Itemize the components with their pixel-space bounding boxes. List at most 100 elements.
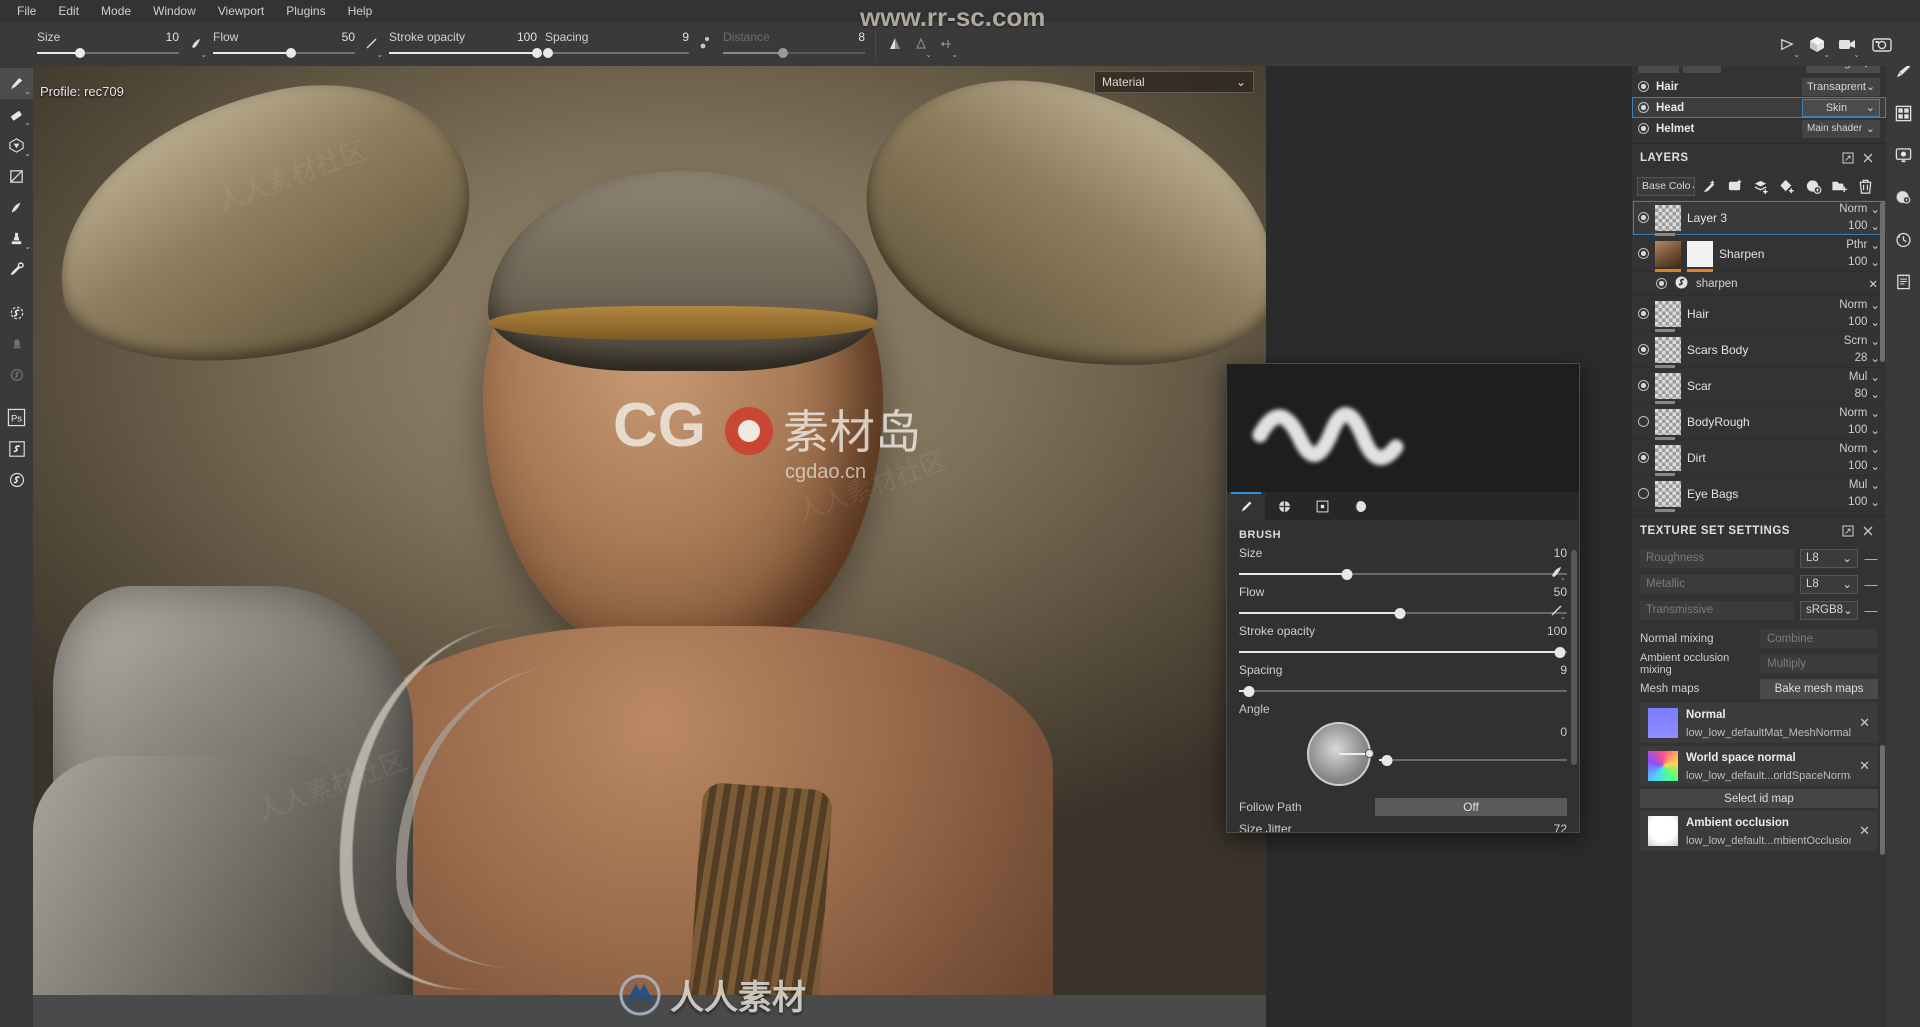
chevron-down-icon[interactable]: ⌄ (1870, 442, 1880, 456)
chevron-down-icon[interactable]: ⌄ (1842, 577, 1852, 591)
paint-brush-tool[interactable]: ⌄ (0, 68, 33, 99)
chevron-down-icon[interactable]: ⌄ (1870, 423, 1880, 437)
normal-mixing-value[interactable]: Combine (1760, 629, 1878, 648)
visibility-toggle-icon[interactable] (1638, 123, 1649, 134)
layer-row[interactable]: Dirt Norm ⌄ 100 ⌄ (1632, 440, 1886, 476)
texture-set-settings-scrollbar[interactable] (1880, 745, 1885, 855)
2d-view-icon[interactable]: ⌄ (1772, 27, 1802, 61)
chevron-down-icon[interactable]: ⌄ (1870, 334, 1880, 348)
channel-row[interactable]: Metallic L8 ⌄ — (1632, 571, 1886, 597)
layer-meta[interactable]: Norm ⌄ 100 ⌄ (1834, 442, 1880, 473)
layer-thumbnail[interactable] (1655, 336, 1681, 368)
select-id-map-button[interactable]: Select id map (1640, 789, 1878, 808)
chevron-down-icon[interactable]: ⌄ (1866, 101, 1875, 114)
add-effect-icon[interactable] (1801, 174, 1825, 198)
toolbar-stroke-opacity-param[interactable]: Stroke opacity 100 (385, 23, 542, 65)
shader-settings-icon[interactable] (1886, 176, 1920, 218)
close-icon[interactable] (1858, 521, 1878, 541)
layer-thumbnail[interactable] (1655, 204, 1681, 236)
pressure-flow-icon[interactable]: ⌄ (359, 27, 385, 61)
undock-icon[interactable] (1838, 521, 1858, 541)
layer-meta[interactable]: Norm ⌄ 100 ⌄ (1834, 202, 1880, 233)
layer-row[interactable]: Hair Norm ⌄ 100 ⌄ (1632, 296, 1886, 332)
layer-meta[interactable]: Norm ⌄ 100 ⌄ (1834, 298, 1880, 329)
symmetry-icon[interactable] (882, 27, 908, 61)
layer-blend-mode[interactable]: Norm (1839, 407, 1867, 419)
layer-visibility-icon[interactable] (1638, 488, 1649, 499)
remove-effect-icon[interactable]: ✕ (1868, 277, 1878, 291)
remove-channel-icon[interactable]: — (1864, 603, 1878, 618)
chevron-down-icon[interactable]: ⌄ (1870, 459, 1880, 473)
layer-stack[interactable]: Layer 3 Norm ⌄ 100 ⌄ Sharpen Pthr ⌄ 100 ⌄ (1632, 200, 1886, 516)
toolbar-spacing-param[interactable]: Spacing 9 (541, 23, 693, 65)
history-icon[interactable] (1886, 218, 1920, 260)
alpha-tab[interactable] (1303, 492, 1341, 520)
brush-follow-path-row[interactable]: Follow Path Off (1239, 796, 1567, 818)
remove-mesh-map-icon[interactable]: ✕ (1859, 715, 1870, 731)
layer-visibility-icon[interactable] (1638, 344, 1649, 355)
remove-channel-icon[interactable]: — (1864, 551, 1878, 566)
toolbar-distance-slider[interactable] (723, 47, 865, 59)
brush-angle-slider[interactable] (1379, 753, 1567, 767)
camera-view-icon[interactable]: ⌄ (1832, 27, 1862, 61)
channel-format-selector[interactable]: L8 ⌄ (1800, 548, 1858, 568)
menu-edit[interactable]: Edit (47, 1, 90, 21)
layer-visibility-icon[interactable] (1638, 248, 1649, 259)
layer-visibility-icon[interactable] (1638, 452, 1649, 463)
chevron-down-icon[interactable]: ⌄ (1236, 75, 1246, 89)
brush-spacing-row[interactable]: Spacing 9 (1239, 663, 1567, 698)
menu-plugins[interactable]: Plugins (275, 1, 336, 21)
chevron-down-icon[interactable]: ⌄ (1870, 478, 1880, 492)
brush-flow-slider[interactable]: ⌄ (1239, 605, 1567, 621)
substance-source-icon[interactable] (0, 464, 33, 495)
3d-viewport[interactable]: Profile: rec709 Material ⌄ CG 素材岛 cgdao.… (33, 66, 1266, 1027)
brush-flow-row[interactable]: Flow 50 ⌄ (1239, 585, 1567, 621)
grayscale-tab[interactable] (1265, 492, 1303, 520)
chevron-down-icon[interactable]: ⌄ (1870, 351, 1880, 365)
brush-properties-panel[interactable]: BRUSH Size 10 ⌄ Flow 50 ⌄ Stroke opacity… (1226, 363, 1580, 833)
channel-row[interactable]: Roughness L8 ⌄ — (1632, 545, 1886, 571)
layer-row[interactable]: Scars Body Scrn ⌄ 28 ⌄ (1632, 332, 1886, 368)
add-layer-icon[interactable] (1749, 174, 1773, 198)
channel-format-selector[interactable]: sRGB8 ⌄ (1800, 600, 1858, 620)
layer-opacity[interactable]: 100 (1848, 256, 1867, 268)
menu-mode[interactable]: Mode (90, 1, 142, 21)
texture-set-row[interactable]: Head Skin ⌄ (1632, 97, 1886, 118)
layer-opacity[interactable]: 100 (1848, 496, 1867, 508)
layer-blend-mode[interactable]: Pthr (1846, 239, 1867, 251)
chevron-down-icon[interactable]: ⌄ (1866, 80, 1875, 93)
layer-opacity[interactable]: 100 (1848, 460, 1867, 472)
layer-blend-mode[interactable]: Norm (1839, 443, 1867, 455)
delete-layer-icon[interactable] (1853, 174, 1877, 198)
clone-stamp-tool[interactable]: ⌄ (0, 223, 33, 254)
add-mask-icon[interactable] (1723, 174, 1747, 198)
substance-designer-link-icon[interactable] (0, 433, 33, 464)
chevron-down-icon[interactable]: ⌄ (1870, 495, 1880, 509)
screenshot-icon[interactable] (1862, 27, 1902, 61)
brush-tip-tab[interactable] (1227, 492, 1265, 520)
layer-blend-mode[interactable]: Norm (1839, 299, 1867, 311)
layer-meta[interactable]: Scrn ⌄ 28 ⌄ (1834, 334, 1880, 365)
brush-angle-dial[interactable] (1307, 722, 1374, 786)
chevron-down-icon[interactable]: ⌄ (24, 149, 31, 158)
toolbar-flow-param[interactable]: Flow 50 (209, 23, 359, 65)
photoshop-link-icon[interactable]: Ps (0, 402, 33, 433)
chevron-down-icon[interactable]: ⌄ (1870, 370, 1880, 384)
texture-set-row[interactable]: Hair Transaprent ⌄ (1632, 76, 1886, 97)
normal-mixing-row[interactable]: Normal mixing Combine (1632, 626, 1886, 651)
chevron-down-icon[interactable]: ⌄ (1870, 387, 1880, 401)
chevron-down-icon[interactable]: ⌄ (24, 242, 31, 251)
visibility-toggle-icon[interactable] (1638, 102, 1649, 113)
layer-blend-mode[interactable]: Norm (1839, 203, 1867, 215)
chevron-down-icon[interactable]: ⌄ (1870, 238, 1880, 252)
smart-material-tool[interactable] (0, 359, 33, 390)
display-settings-icon[interactable] (1886, 134, 1920, 176)
material-tab[interactable] (1341, 492, 1379, 520)
layer-thumbnail[interactable] (1655, 408, 1681, 440)
mirror-axis-icon[interactable]: ⌄ (934, 27, 960, 61)
chevron-down-icon[interactable]: ⌄ (1870, 219, 1880, 233)
add-folder-icon[interactable] (1827, 174, 1851, 198)
chevron-down-icon[interactable]: ⌄ (1870, 406, 1880, 420)
close-icon[interactable] (1858, 148, 1878, 168)
chevron-down-icon[interactable]: ⌄ (376, 50, 383, 59)
